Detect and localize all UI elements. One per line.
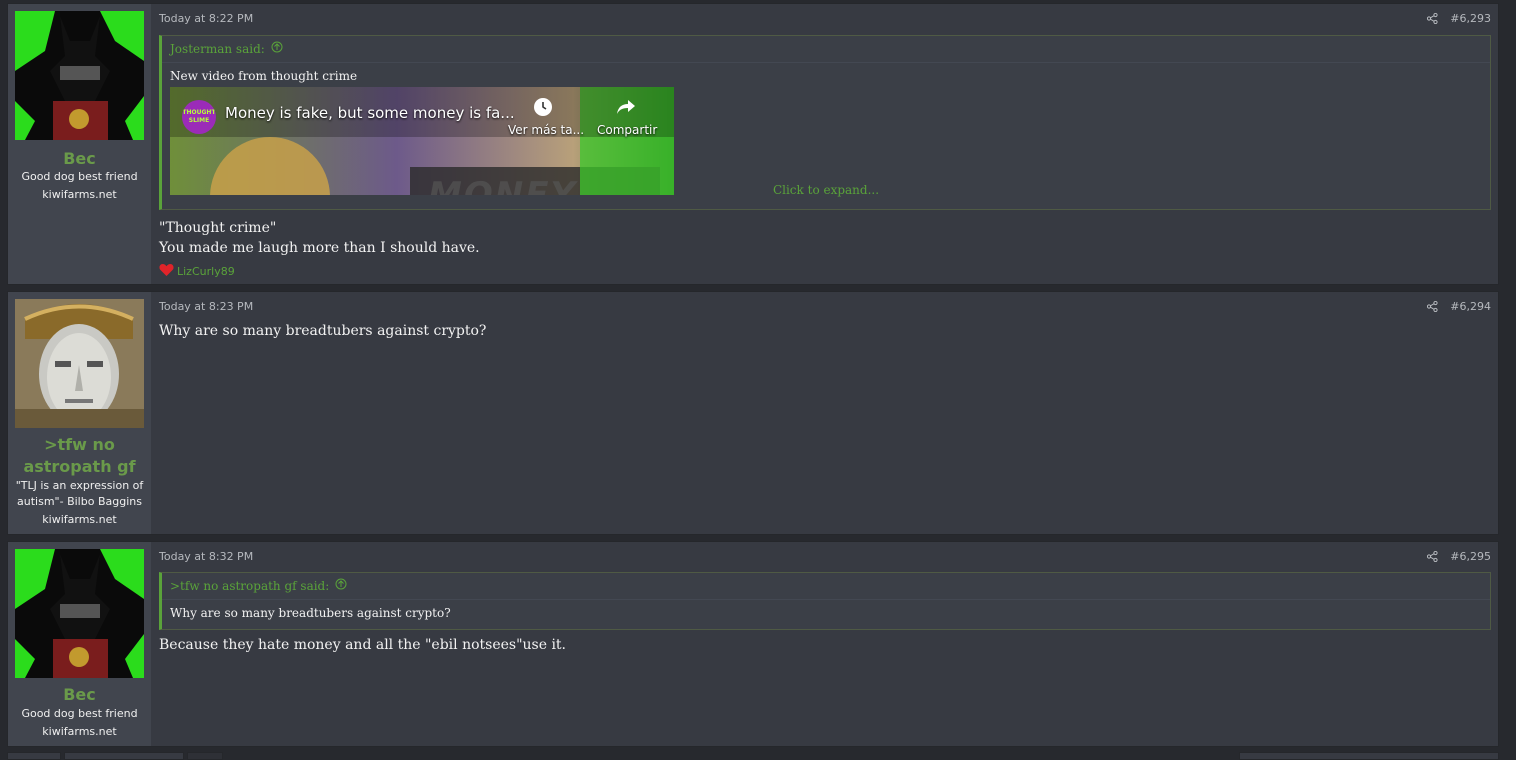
share-icon[interactable] [1427, 551, 1438, 562]
quote-text: New video from thought crime [170, 69, 358, 83]
quote-body: New video from thought crime THOUGHT SLI… [162, 63, 1490, 203]
post-6295: Bec Good dog best friend kiwifarms.net T… [7, 541, 1499, 747]
click-to-expand[interactable]: Click to expand... [162, 183, 1490, 197]
quote-author[interactable]: >tfw no astropath gf said: [170, 573, 329, 599]
post-text-line: Because they hate money and all the "ebi… [159, 637, 567, 653]
quote-block: Josterman said: New video from thought c… [159, 35, 1491, 210]
reactions-bar[interactable]: LizCurly89 [159, 263, 235, 280]
post-date[interactable]: Today at 8:23 PM [159, 300, 253, 313]
quote-body: Why are so many breadtubers against cryp… [162, 600, 1490, 628]
watch-later-label[interactable]: Ver más ta... [508, 123, 584, 137]
post-text-line: Why are so many breadtubers against cryp… [159, 323, 487, 339]
user-site: kiwifarms.net [42, 513, 117, 526]
user-cell: Bec Good dog best friend kiwifarms.net [8, 4, 151, 284]
post-meta: #6,294 [1427, 300, 1491, 313]
share-icon[interactable] [1427, 13, 1438, 24]
username[interactable]: Bec [8, 684, 151, 706]
pagination-button[interactable] [7, 752, 61, 760]
user-site: kiwifarms.net [42, 725, 117, 738]
post-text-line: You made me laugh more than I should hav… [159, 240, 480, 256]
channel-badge-text: THOUGHT SLIME [182, 109, 216, 124]
username[interactable]: Bec [8, 148, 151, 170]
share-arrow-icon[interactable] [616, 98, 636, 119]
post-meta: #6,293 [1427, 12, 1491, 25]
avatar[interactable] [15, 299, 144, 428]
reaction-user[interactable]: LizCurly89 [177, 265, 235, 278]
user-title: Good dog best friend [21, 170, 138, 183]
share-label[interactable]: Compartir [597, 123, 657, 137]
post-body: Why are so many breadtubers against cryp… [159, 321, 486, 341]
post-text-line: "Thought crime" [159, 220, 277, 236]
arrow-up-circle-icon[interactable] [271, 36, 283, 62]
quote-author[interactable]: Josterman said: [170, 36, 265, 62]
post-number[interactable]: #6,295 [1450, 550, 1491, 563]
reply-box-edge[interactable] [1239, 752, 1499, 760]
pagination-button[interactable] [187, 752, 223, 760]
user-cell: >tfw no astropath gf "TLJ is an expressi… [8, 292, 151, 534]
pagination-button[interactable] [64, 752, 184, 760]
clock-icon[interactable] [534, 98, 552, 116]
post-6294: >tfw no astropath gf "TLJ is an expressi… [7, 291, 1499, 535]
post-body: "Thought crime" You made me laugh more t… [159, 218, 480, 258]
user-title: "TLJ is an expression of autism"- Bilbo … [15, 479, 144, 508]
quote-text: Why are so many breadtubers against cryp… [170, 606, 451, 620]
share-icon[interactable] [1427, 301, 1438, 312]
channel-avatar[interactable]: THOUGHT SLIME [182, 100, 216, 134]
post-date[interactable]: Today at 8:32 PM [159, 550, 253, 563]
arrow-up-circle-icon[interactable] [335, 573, 347, 599]
username[interactable]: >tfw no astropath gf [20, 434, 139, 478]
quote-header[interactable]: Josterman said: [162, 36, 1490, 63]
quote-block: >tfw no astropath gf said: Why are so ma… [159, 572, 1491, 630]
quote-header[interactable]: >tfw no astropath gf said: [162, 573, 1490, 600]
post-date[interactable]: Today at 8:22 PM [159, 12, 253, 25]
user-site: kiwifarms.net [42, 188, 117, 201]
post-number[interactable]: #6,294 [1450, 300, 1491, 313]
heart-icon [159, 263, 174, 280]
avatar[interactable] [15, 11, 144, 140]
avatar[interactable] [15, 549, 144, 678]
user-cell: Bec Good dog best friend kiwifarms.net [8, 542, 151, 746]
post-number[interactable]: #6,293 [1450, 12, 1491, 25]
post-body: Because they hate money and all the "ebi… [159, 635, 566, 655]
video-embed[interactable]: THOUGHT SLIME Money is fake, but some mo… [170, 87, 674, 195]
video-title[interactable]: Money is fake, but some money is fa... [225, 104, 515, 122]
user-title: Good dog best friend [21, 707, 138, 720]
post-6293: Bec Good dog best friend kiwifarms.net T… [7, 3, 1499, 285]
post-meta: #6,295 [1427, 550, 1491, 563]
